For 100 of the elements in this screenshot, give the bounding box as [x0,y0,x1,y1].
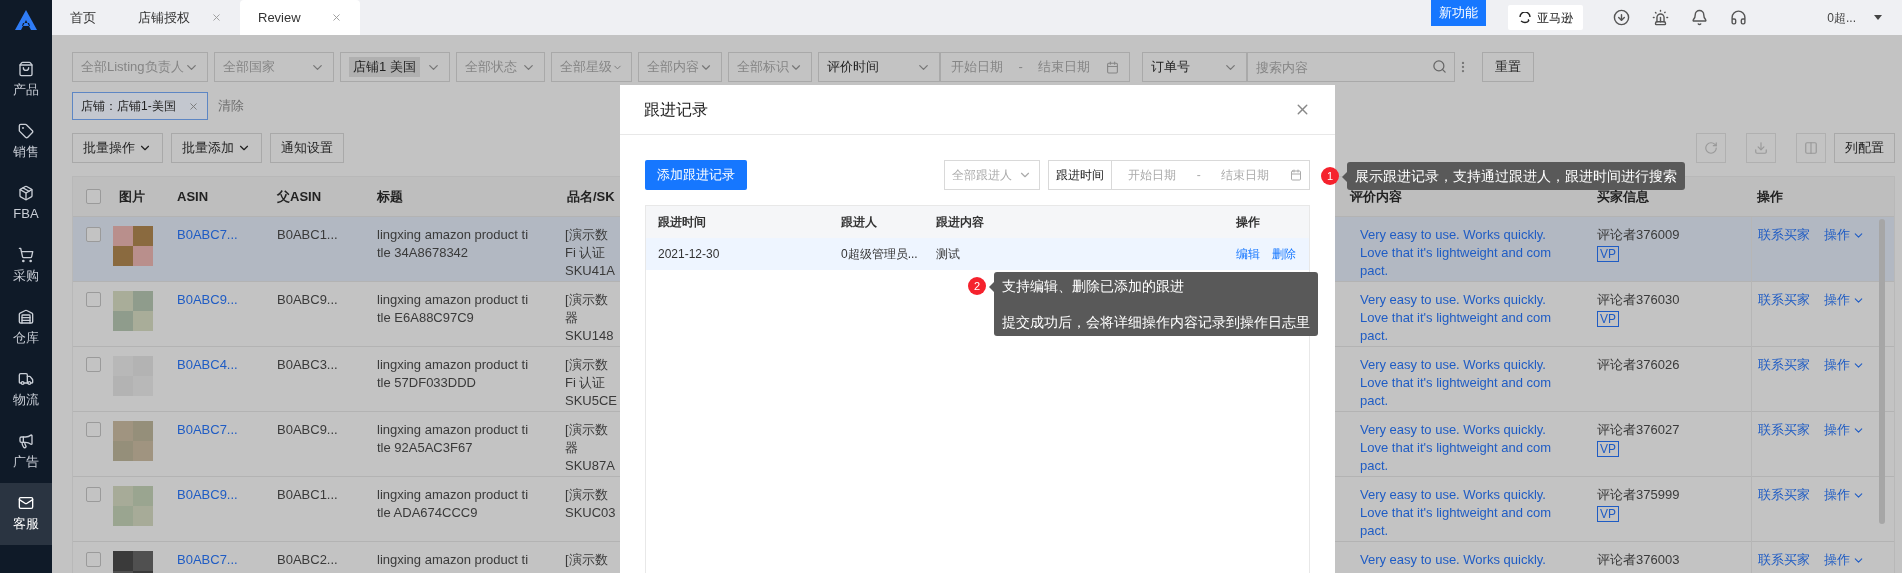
action-menu[interactable]: 操作 [1824,356,1865,374]
checkbox[interactable] [86,227,101,242]
table-cell-text: lingxing amazon product ti tle 34A8678342 [376,226,530,262]
date-range-field[interactable]: 开始日期 - 结束日期 [940,52,1130,82]
contact-buyer-link[interactable]: 联系买家 [1758,421,1810,439]
asin-link[interactable]: B0ABC7... [171,421,271,439]
page-tab[interactable]: 首页 [52,0,120,35]
bell-icon[interactable] [1691,9,1709,26]
action-link[interactable]: 编辑 [1236,245,1260,263]
table-cell: 评论者376027 [1597,421,1680,439]
user-menu[interactable]: 0超... [1827,0,1882,35]
filter-select[interactable]: 评价时间 [818,52,940,82]
sidebar-item[interactable]: 仓库 [0,297,52,359]
new-feature-badge[interactable]: 新功能 [1431,0,1487,26]
review-text[interactable]: Very easy to use. Works quickly. Love that it's lightweight and com pact. [1344,226,1591,280]
photo-placeholder [113,486,153,526]
table-cell-text: [演示数 SKUC03 [564,486,617,522]
person-select[interactable]: 全部跟进人 [944,160,1040,190]
column-header: ASIN [176,187,210,206]
sidebar-item[interactable]: 产品 [0,49,52,111]
add-record-button[interactable]: 添加跟进记录 [645,160,747,190]
checkbox[interactable] [86,292,101,307]
checkbox[interactable] [86,552,101,567]
table-cell: 评论者376030 [1597,291,1680,309]
date-range-field[interactable]: 跟进时间 开始日期 - 结束日期 [1048,160,1310,190]
asin-link[interactable]: B0ABC9... [171,486,271,504]
sidebar-item[interactable]: 采购 [0,235,52,297]
dialog-title: 跟进记录 [644,99,708,120]
checkbox[interactable] [86,422,101,437]
action-menu[interactable]: 操作 [1824,421,1865,439]
action-menu[interactable]: 操作 [1824,226,1865,244]
asin-link[interactable]: B0ABC7... [171,551,271,569]
page-tab[interactable]: 店铺授权 [120,0,240,35]
vp-badge: VP [1597,506,1619,522]
search-type-select[interactable]: 订单号 [1142,52,1247,82]
asin-link[interactable]: B0ABC7... [171,226,271,244]
alarm-icon[interactable] [1652,9,1670,26]
toolbar-button[interactable]: 通知设置 [270,133,344,163]
contact-buyer-link[interactable]: 联系买家 [1758,226,1810,244]
download-button[interactable] [1746,133,1776,163]
action-link[interactable]: 删除 [1272,245,1296,263]
box-icon [18,184,34,201]
sidebar-item[interactable]: FBA [0,173,52,235]
filter-select[interactable]: 全部国家 [214,52,334,82]
column-header: 买家信息 [1596,187,1650,206]
caret-icon [1874,15,1882,20]
column-header: 操作 [1756,187,1784,206]
close-icon[interactable] [187,100,199,112]
reset-button[interactable]: 重置 [1482,52,1534,82]
contact-buyer-link[interactable]: 联系买家 [1758,486,1810,504]
filter-select[interactable]: 全部星级 [551,52,632,82]
table-cell-text: [演示数 器 SKU148 [564,291,615,345]
table-cell-text: B0ABC3... [276,356,339,374]
action-menu[interactable]: 操作 [1824,486,1865,504]
close-icon[interactable] [211,12,222,23]
table-cell-text: lingxing amazon product ti tle E6A88C97C9 [376,291,530,327]
column-config-button[interactable]: 列配置 [1834,133,1895,163]
review-text[interactable]: Very easy to use. Works quickly. [1344,551,1591,569]
checkbox[interactable] [86,487,101,502]
checkbox[interactable] [86,357,101,372]
megaphone-icon [18,432,34,449]
review-text[interactable]: Very easy to use. Works quickly. Love that it's lightweight and com pact. [1344,421,1591,475]
contact-buyer-link[interactable]: 联系买家 [1758,356,1810,374]
photo-placeholder [113,226,153,266]
sidebar-item[interactable]: 广告 [0,421,52,483]
asin-link[interactable]: B0ABC9... [171,291,271,309]
filter-select[interactable]: 全部状态 [456,52,545,82]
columns-button[interactable] [1796,133,1826,163]
refresh-button[interactable] [1696,133,1726,163]
warehouse-icon [18,308,34,325]
sidebar-item[interactable]: 物流 [0,359,52,421]
action-menu[interactable]: 操作 [1824,291,1865,309]
table-cell-text: B0ABC1... [276,226,339,244]
action-menu[interactable]: 操作 [1824,551,1865,569]
filter-select[interactable]: 全部Listing负责人 [72,52,208,82]
column-header: 跟进人 [841,214,878,231]
page-tab[interactable]: Review [240,0,360,35]
column-header: 图片 [118,187,146,206]
download-icon[interactable] [1613,9,1631,26]
clear-link[interactable]: 清除 [217,96,244,116]
toolbar-button[interactable]: 批量添加 [171,133,262,163]
contact-buyer-link[interactable]: 联系买家 [1758,551,1810,569]
asin-link[interactable]: B0ABC4... [171,356,271,374]
sidebar-item[interactable]: 客服 [0,483,52,545]
review-text[interactable]: Very easy to use. Works quickly. Love that it's lightweight and com pact. [1344,291,1591,345]
headset-icon[interactable] [1730,9,1748,26]
download-icon [1754,141,1768,155]
filter-chip[interactable]: 店铺：店铺1-美国 [72,92,208,120]
toolbar-button[interactable]: 批量操作 [72,133,163,163]
filter-select[interactable]: 全部标识 [728,52,812,82]
search-field[interactable]: 搜索内容 [1247,52,1455,82]
sidebar-item[interactable]: 销售 [0,111,52,173]
filter-select[interactable]: 全部内容 [638,52,722,82]
contact-buyer-link[interactable]: 联系买家 [1758,291,1810,309]
filter-select[interactable]: 店铺1 美国 [340,52,450,82]
review-text[interactable]: Very easy to use. Works quickly. Love that it's lightweight and com pact. [1344,356,1591,410]
checkbox[interactable] [86,189,101,204]
close-icon[interactable] [331,12,342,23]
review-text[interactable]: Very easy to use. Works quickly. Love that it's lightweight and com pact. [1344,486,1591,540]
store-button[interactable]: 亚马逊 [1508,5,1584,30]
